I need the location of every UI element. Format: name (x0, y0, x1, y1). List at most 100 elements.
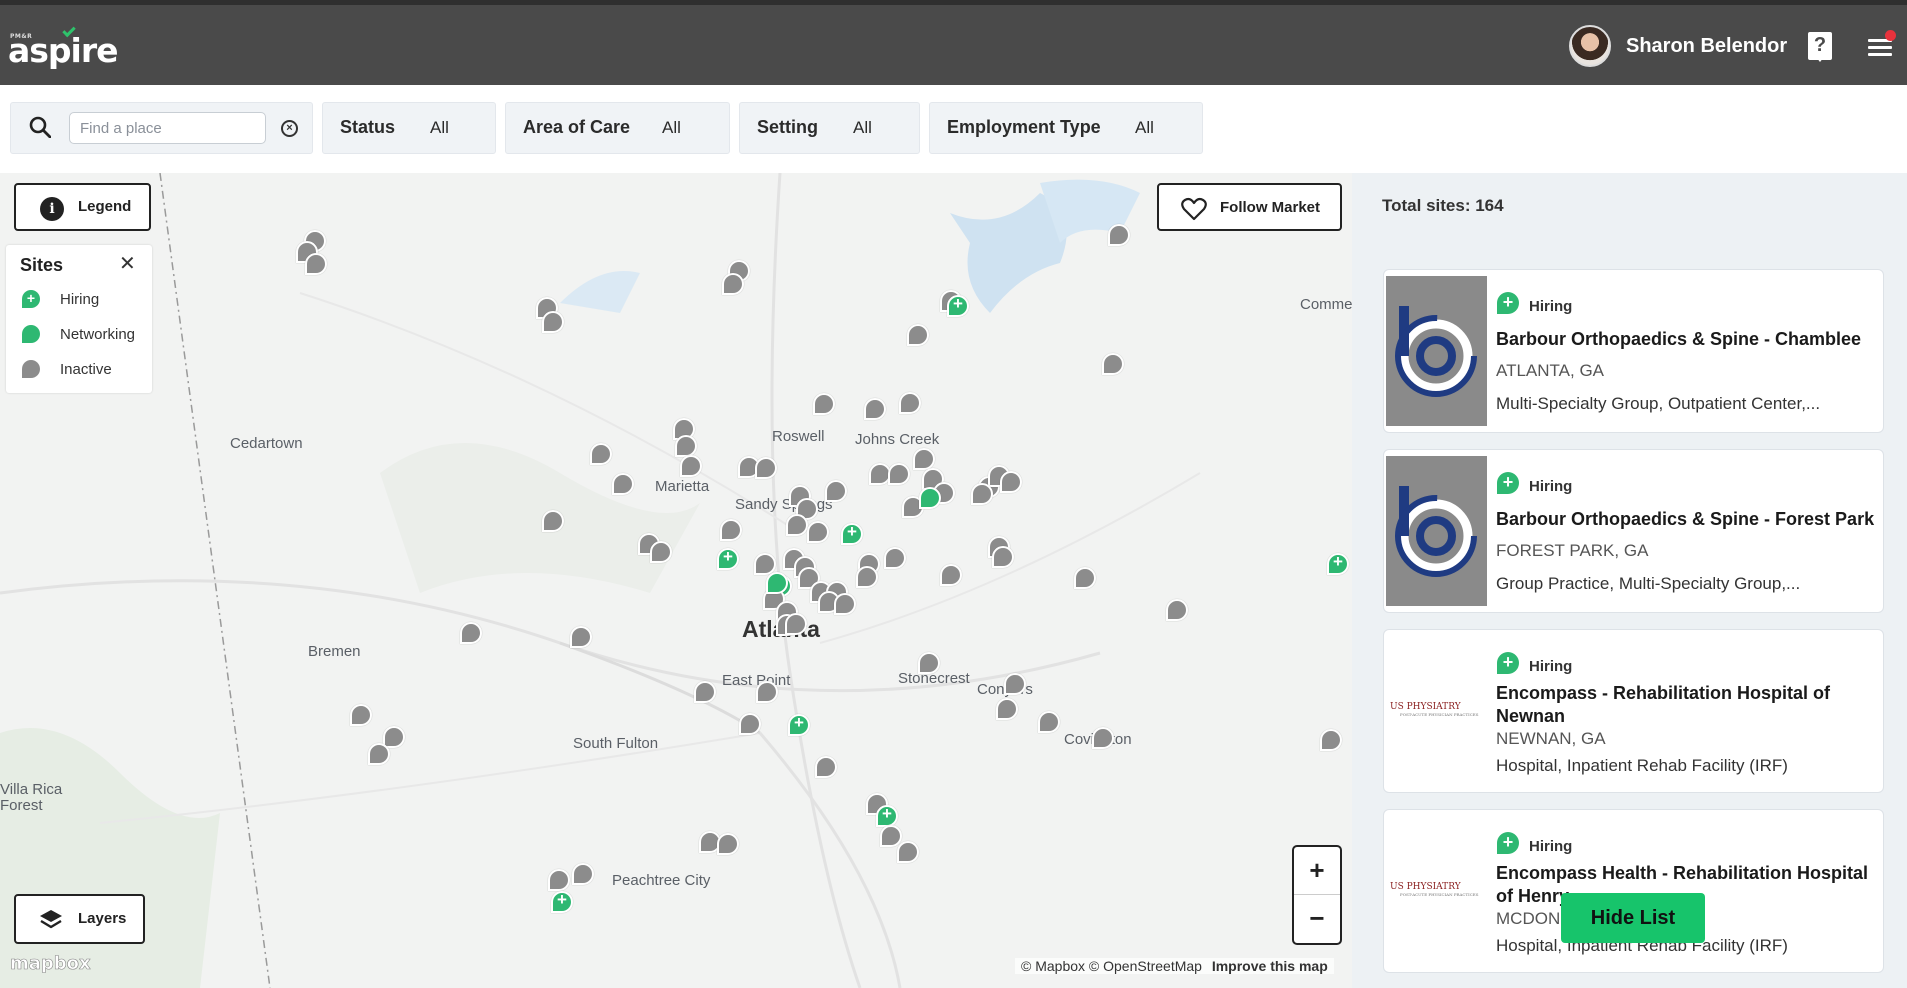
attribution-text[interactable]: © Mapbox © OpenStreetMap (1021, 958, 1202, 974)
inactive-site-pin[interactable] (884, 547, 906, 569)
inactive-site-pin[interactable] (612, 473, 634, 495)
hide-list-button[interactable]: Hide List (1561, 893, 1705, 943)
layers-button[interactable]: Layers (14, 894, 145, 944)
inactive-site-pin[interactable] (542, 510, 564, 532)
inactive-site-pin[interactable] (305, 253, 327, 275)
networking-site-pin[interactable] (919, 487, 941, 509)
inactive-site-pin[interactable] (722, 273, 744, 295)
inactive-site-pin[interactable] (907, 324, 929, 346)
hiring-site-pin[interactable] (947, 294, 969, 317)
inactive-site-pin[interactable] (807, 521, 829, 543)
layers-label: Layers (78, 910, 127, 927)
filter-employment-label: Employment Type (947, 117, 1101, 137)
hamburger-menu-icon[interactable] (1868, 39, 1892, 57)
site-name[interactable]: Encompass - Rehabilitation Hospital of N… (1496, 682, 1876, 728)
site-logo (1386, 276, 1487, 426)
inactive-site-pin[interactable] (460, 622, 482, 644)
user-name[interactable]: Sharon Belendor (1626, 35, 1787, 58)
inactive-site-pin[interactable] (1038, 711, 1060, 733)
inactive-site-pin[interactable] (570, 626, 592, 648)
inactive-site-pin[interactable] (542, 311, 564, 333)
inactive-site-pin[interactable] (572, 863, 594, 885)
inactive-site-pin[interactable] (815, 756, 837, 778)
mapbox-logo[interactable]: mapbox (10, 953, 91, 975)
inactive-site-pin[interactable] (717, 833, 739, 855)
inactive-site-pin[interactable] (864, 398, 886, 420)
inactive-site-pin[interactable] (996, 698, 1018, 720)
site-card[interactable]: + Hiring Barbour Orthopaedics & Spine - … (1383, 449, 1884, 613)
legend-button[interactable]: i Legend (14, 183, 151, 231)
inactive-site-pin[interactable] (786, 514, 808, 536)
follow-market-button[interactable]: Follow Market (1157, 183, 1342, 231)
map-canvas[interactable]: Cedartown Bremen Marietta Sandy Springs … (0, 173, 1352, 988)
inactive-site-pin[interactable] (650, 541, 672, 563)
inactive-site-pin[interactable] (694, 681, 716, 703)
inactive-site-pin[interactable] (1004, 673, 1026, 695)
inactive-site-pin[interactable] (350, 704, 372, 726)
filter-setting-value: All (853, 118, 872, 137)
site-types: Group Practice, Multi-Specialty Group,..… (1496, 574, 1801, 593)
inactive-site-pin[interactable] (834, 593, 856, 615)
inactive-site-pin[interactable] (739, 713, 761, 735)
sites-legend-panel: Sites ✕ + Hiring Networking Inactive (6, 245, 152, 393)
zoom-out-button[interactable]: − (1294, 895, 1340, 943)
inactive-site-pin[interactable] (971, 483, 993, 505)
inactive-site-pin[interactable] (913, 448, 935, 470)
inactive-site-pin[interactable] (856, 566, 878, 588)
inactive-site-pin[interactable] (785, 613, 807, 635)
inactive-site-pin[interactable] (680, 455, 702, 477)
inactive-site-pin[interactable] (899, 392, 921, 414)
inactive-site-pin[interactable] (897, 841, 919, 863)
inactive-site-pin[interactable] (940, 564, 962, 586)
site-name[interactable]: Barbour Orthopaedics & Spine - Chamblee (1496, 328, 1876, 351)
inactive-site-pin[interactable] (590, 443, 612, 465)
site-card[interactable]: US PHYSIATRY POST-ACUTE PHYSICIAN PRACTI… (1383, 809, 1884, 973)
hiring-site-pin[interactable] (788, 713, 810, 736)
site-card[interactable]: + Hiring Barbour Orthopaedics & Spine - … (1383, 269, 1884, 433)
inactive-site-pin[interactable] (1320, 729, 1342, 751)
inactive-site-pin[interactable] (1074, 567, 1096, 589)
inactive-site-pin[interactable] (992, 546, 1014, 568)
filter-area-value: All (662, 118, 681, 137)
hiring-site-pin[interactable] (876, 804, 898, 827)
inactive-site-pin[interactable] (675, 435, 697, 457)
filter-employment-type[interactable]: Employment Type All (929, 102, 1203, 154)
info-icon: i (40, 197, 64, 221)
inactive-site-pin[interactable] (1108, 224, 1130, 246)
search-icon[interactable] (29, 116, 51, 138)
inactive-icon (22, 360, 40, 378)
inactive-site-pin[interactable] (368, 743, 390, 765)
hiring-site-pin[interactable] (551, 890, 573, 913)
avatar[interactable] (1569, 25, 1611, 67)
inactive-site-pin[interactable] (755, 457, 777, 479)
filter-setting[interactable]: Setting All (739, 102, 920, 154)
zoom-in-button[interactable]: + (1294, 847, 1340, 895)
inactive-site-pin[interactable] (756, 681, 778, 703)
site-name[interactable]: Barbour Orthopaedics & Spine - Forest Pa… (1496, 508, 1876, 531)
inactive-site-pin[interactable] (383, 726, 405, 748)
inactive-site-pin[interactable] (880, 825, 902, 847)
inactive-site-pin[interactable] (918, 652, 940, 674)
improve-map-link[interactable]: Improve this map (1212, 958, 1328, 974)
close-icon[interactable]: ✕ (119, 251, 136, 276)
inactive-site-pin[interactable] (548, 869, 570, 891)
networking-site-pin[interactable] (766, 572, 788, 594)
inactive-site-pin[interactable] (813, 393, 835, 415)
inactive-site-pin[interactable] (1102, 353, 1124, 375)
site-card[interactable]: US PHYSIATRY POST-ACUTE PHYSICIAN PRACTI… (1383, 629, 1884, 793)
search-input[interactable] (69, 112, 266, 144)
inactive-site-pin[interactable] (1092, 727, 1114, 749)
hiring-site-pin[interactable] (1327, 552, 1349, 575)
hiring-icon: + (1497, 292, 1519, 314)
inactive-site-pin[interactable] (888, 463, 910, 485)
hiring-site-pin[interactable] (717, 547, 739, 570)
inactive-site-pin[interactable] (1166, 599, 1188, 621)
filter-status[interactable]: Status All (322, 102, 496, 154)
hiring-site-pin[interactable] (841, 522, 863, 545)
clear-search-icon[interactable]: × (281, 120, 298, 137)
inactive-site-pin[interactable] (825, 480, 847, 502)
inactive-site-pin[interactable] (720, 519, 742, 541)
filter-area-of-care[interactable]: Area of Care All (505, 102, 730, 154)
inactive-site-pin[interactable] (1000, 471, 1022, 493)
help-icon[interactable]: ? (1808, 32, 1832, 62)
